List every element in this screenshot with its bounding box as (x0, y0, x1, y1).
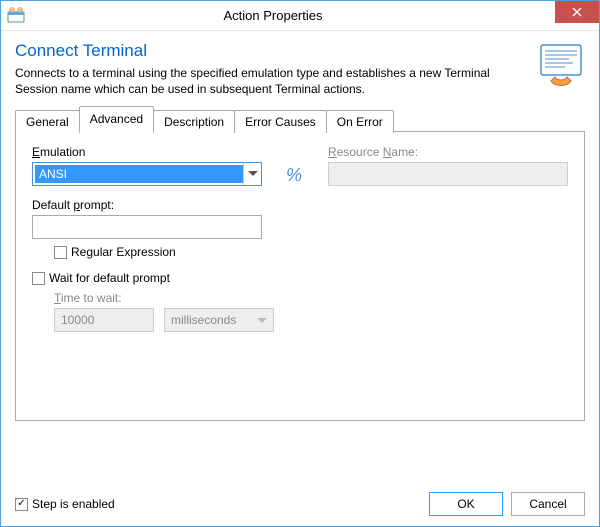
resource-name-input (328, 162, 568, 186)
tab-container: General Advanced Description Error Cause… (1, 105, 599, 421)
tab-panel-advanced: Emulation ANSI % Resource Name: Default … (15, 131, 585, 421)
chevron-down-icon (243, 163, 261, 185)
window-title: Action Properties (0, 8, 555, 23)
header-description: Connects to a terminal using the specifi… (15, 65, 527, 97)
dialog-footer: ✓ Step is enabled OK Cancel (1, 484, 599, 526)
time-unit-value: milliseconds (171, 313, 236, 327)
wait-checkbox-row[interactable]: Wait for default prompt (32, 271, 568, 285)
close-icon (572, 7, 582, 17)
percent-icon[interactable]: % (286, 165, 302, 186)
default-prompt-label: Default prompt: (32, 198, 568, 212)
default-prompt-input[interactable] (32, 215, 262, 239)
step-enabled-row[interactable]: ✓ Step is enabled (15, 497, 115, 511)
tab-description[interactable]: Description (153, 110, 235, 133)
tab-strip: General Advanced Description Error Cause… (15, 106, 585, 132)
tab-on-error[interactable]: On Error (326, 110, 394, 133)
terminal-handshake-icon (537, 41, 585, 89)
dialog-window: Action Properties Connect Terminal Conne… (0, 0, 600, 527)
step-enabled-label: Step is enabled (32, 497, 115, 511)
tab-error-causes[interactable]: Error Causes (234, 110, 327, 133)
regex-checkbox[interactable] (54, 246, 67, 259)
close-button[interactable] (555, 1, 599, 23)
time-unit-combobox: milliseconds (164, 308, 274, 332)
titlebar: Action Properties (1, 1, 599, 31)
tab-general[interactable]: General (15, 110, 80, 133)
dialog-header: Connect Terminal Connects to a terminal … (1, 31, 599, 105)
emulation-label: Emulation (32, 145, 272, 159)
chevron-down-icon (257, 313, 267, 327)
header-title: Connect Terminal (15, 41, 527, 61)
regex-checkbox-row[interactable]: Regular Expression (54, 245, 568, 259)
tab-advanced[interactable]: Advanced (79, 106, 154, 132)
ok-button[interactable]: OK (429, 492, 503, 516)
emulation-combobox[interactable]: ANSI (32, 162, 262, 186)
wait-label: Wait for default prompt (49, 271, 170, 285)
time-to-wait-input (54, 308, 154, 332)
cancel-button[interactable]: Cancel (511, 492, 585, 516)
time-to-wait-label: Time to wait: (54, 291, 568, 305)
regex-label: Regular Expression (71, 245, 176, 259)
wait-checkbox[interactable] (32, 272, 45, 285)
emulation-value: ANSI (35, 165, 243, 183)
resource-name-label: Resource Name: (328, 145, 568, 159)
step-enabled-checkbox[interactable]: ✓ (15, 498, 28, 511)
